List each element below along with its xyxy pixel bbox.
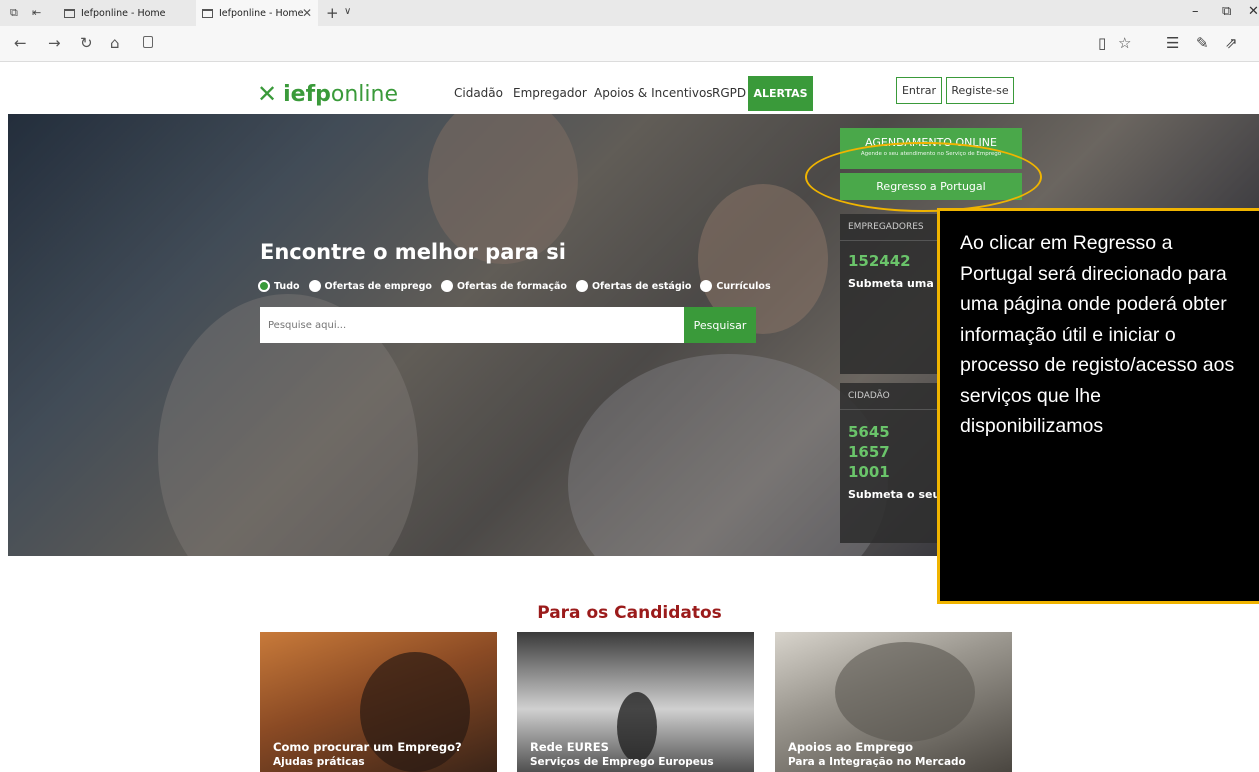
filter-tudo[interactable]: Tudo bbox=[258, 280, 300, 292]
card-apoios-emprego[interactable]: Apoios ao Emprego Para a Integração no M… bbox=[775, 632, 1012, 772]
tab-label: Iefponline - Home bbox=[81, 7, 166, 19]
web-note-icon[interactable]: ✎ bbox=[1196, 34, 1209, 52]
card-subtitle: Serviços de Emprego Europeus bbox=[530, 756, 714, 768]
hero-title: Encontre o melhor para si bbox=[260, 240, 566, 264]
card-subtitle: Ajudas práticas bbox=[273, 756, 365, 768]
radio-icon bbox=[575, 280, 588, 292]
tab-label: Iefponline - Home bbox=[219, 7, 304, 19]
candidatos-section-title: Para os Candidatos bbox=[537, 603, 722, 623]
page-icon bbox=[64, 8, 75, 18]
search-filters: Tudo Ofertas de emprego Ofertas de forma… bbox=[258, 280, 771, 292]
filter-ofertas-estagio[interactable]: Ofertas de estágio bbox=[575, 280, 691, 292]
refresh-icon[interactable]: ↻ bbox=[80, 34, 93, 52]
logo-text-light: online bbox=[330, 81, 398, 107]
annotation-callout: Ao clicar em Regresso a Portugal será di… bbox=[937, 208, 1259, 604]
home-icon[interactable]: ⌂ bbox=[110, 34, 120, 52]
search-button[interactable]: Pesquisar bbox=[684, 307, 756, 343]
reading-view-icon[interactable]: ▯ bbox=[1098, 34, 1106, 52]
nav-alertas[interactable]: ALERTAS bbox=[748, 76, 813, 111]
address-bar-row: ← → ↻ ⌂ ▯ ☆ ☰ ✎ ⇗ bbox=[0, 26, 1259, 62]
favorite-star-icon[interactable]: ☆ bbox=[1118, 34, 1131, 52]
filter-ofertas-emprego[interactable]: Ofertas de emprego bbox=[308, 280, 432, 292]
radio-icon bbox=[700, 280, 713, 292]
login-button[interactable]: Entrar bbox=[896, 77, 942, 104]
highlight-ellipse bbox=[805, 142, 1042, 212]
new-tab-button[interactable]: + bbox=[326, 4, 339, 22]
back-icon[interactable]: ← bbox=[14, 34, 27, 52]
card-rede-eures[interactable]: Rede EURES Serviços de Emprego Europeus bbox=[517, 632, 754, 772]
share-icon[interactable]: ⇗ bbox=[1225, 34, 1238, 52]
nav-cidadao[interactable]: Cidadão bbox=[454, 86, 503, 100]
logo-text-bold: iefp bbox=[283, 81, 331, 107]
register-button[interactable]: Registe-se bbox=[946, 77, 1014, 104]
card-subtitle: Para a Integração no Mercado bbox=[788, 756, 966, 768]
close-window-icon[interactable]: ✕ bbox=[1248, 4, 1259, 19]
forward-icon[interactable]: → bbox=[48, 34, 61, 52]
nav-rgpd[interactable]: RGPD bbox=[712, 86, 746, 100]
minimize-icon[interactable]: – bbox=[1192, 4, 1199, 19]
nav-apoios[interactable]: Apoios & Incentivos bbox=[594, 86, 713, 100]
address-field[interactable] bbox=[165, 36, 1065, 52]
radio-icon bbox=[440, 280, 453, 292]
iefp-logo[interactable]: ✕ iefponline bbox=[257, 80, 398, 108]
card-title: Rede EURES bbox=[530, 740, 609, 754]
lock-icon bbox=[143, 36, 153, 48]
filter-curriculos[interactable]: Currículos bbox=[700, 280, 771, 292]
card-title: Apoios ao Emprego bbox=[788, 740, 914, 754]
card-image-decor bbox=[360, 652, 470, 772]
card-image-decor bbox=[835, 642, 975, 742]
set-aside-tabs-icon[interactable]: ⇤ bbox=[32, 6, 41, 19]
card-como-procurar[interactable]: Como procurar um Emprego? Ajudas prática… bbox=[260, 632, 497, 772]
tab-active[interactable]: Iefponline - Home ✕ bbox=[196, 0, 318, 26]
page-icon bbox=[202, 8, 213, 18]
logo-mark-icon: ✕ bbox=[257, 80, 278, 108]
card-title: Como procurar um Emprego? bbox=[273, 740, 462, 754]
tab-preview-dropdown-icon[interactable]: ∨ bbox=[344, 6, 351, 17]
card-image-decor bbox=[617, 692, 657, 762]
radio-icon bbox=[308, 280, 321, 292]
filter-ofertas-formacao[interactable]: Ofertas de formação bbox=[440, 280, 567, 292]
browser-tab-bar: ⧉ ⇤ Iefponline - Home Iefponline - Home … bbox=[0, 0, 1259, 26]
radio-selected-icon bbox=[258, 280, 270, 292]
nav-empregador[interactable]: Empregador bbox=[513, 86, 587, 100]
close-tab-icon[interactable]: ✕ bbox=[302, 6, 312, 20]
maximize-icon[interactable]: ⧉ bbox=[1222, 4, 1231, 19]
favorites-hub-icon[interactable]: ☰ bbox=[1166, 34, 1179, 52]
tab-list-icon[interactable]: ⧉ bbox=[10, 6, 18, 20]
tab-inactive[interactable]: Iefponline - Home bbox=[58, 0, 188, 26]
search-input[interactable] bbox=[260, 307, 684, 343]
